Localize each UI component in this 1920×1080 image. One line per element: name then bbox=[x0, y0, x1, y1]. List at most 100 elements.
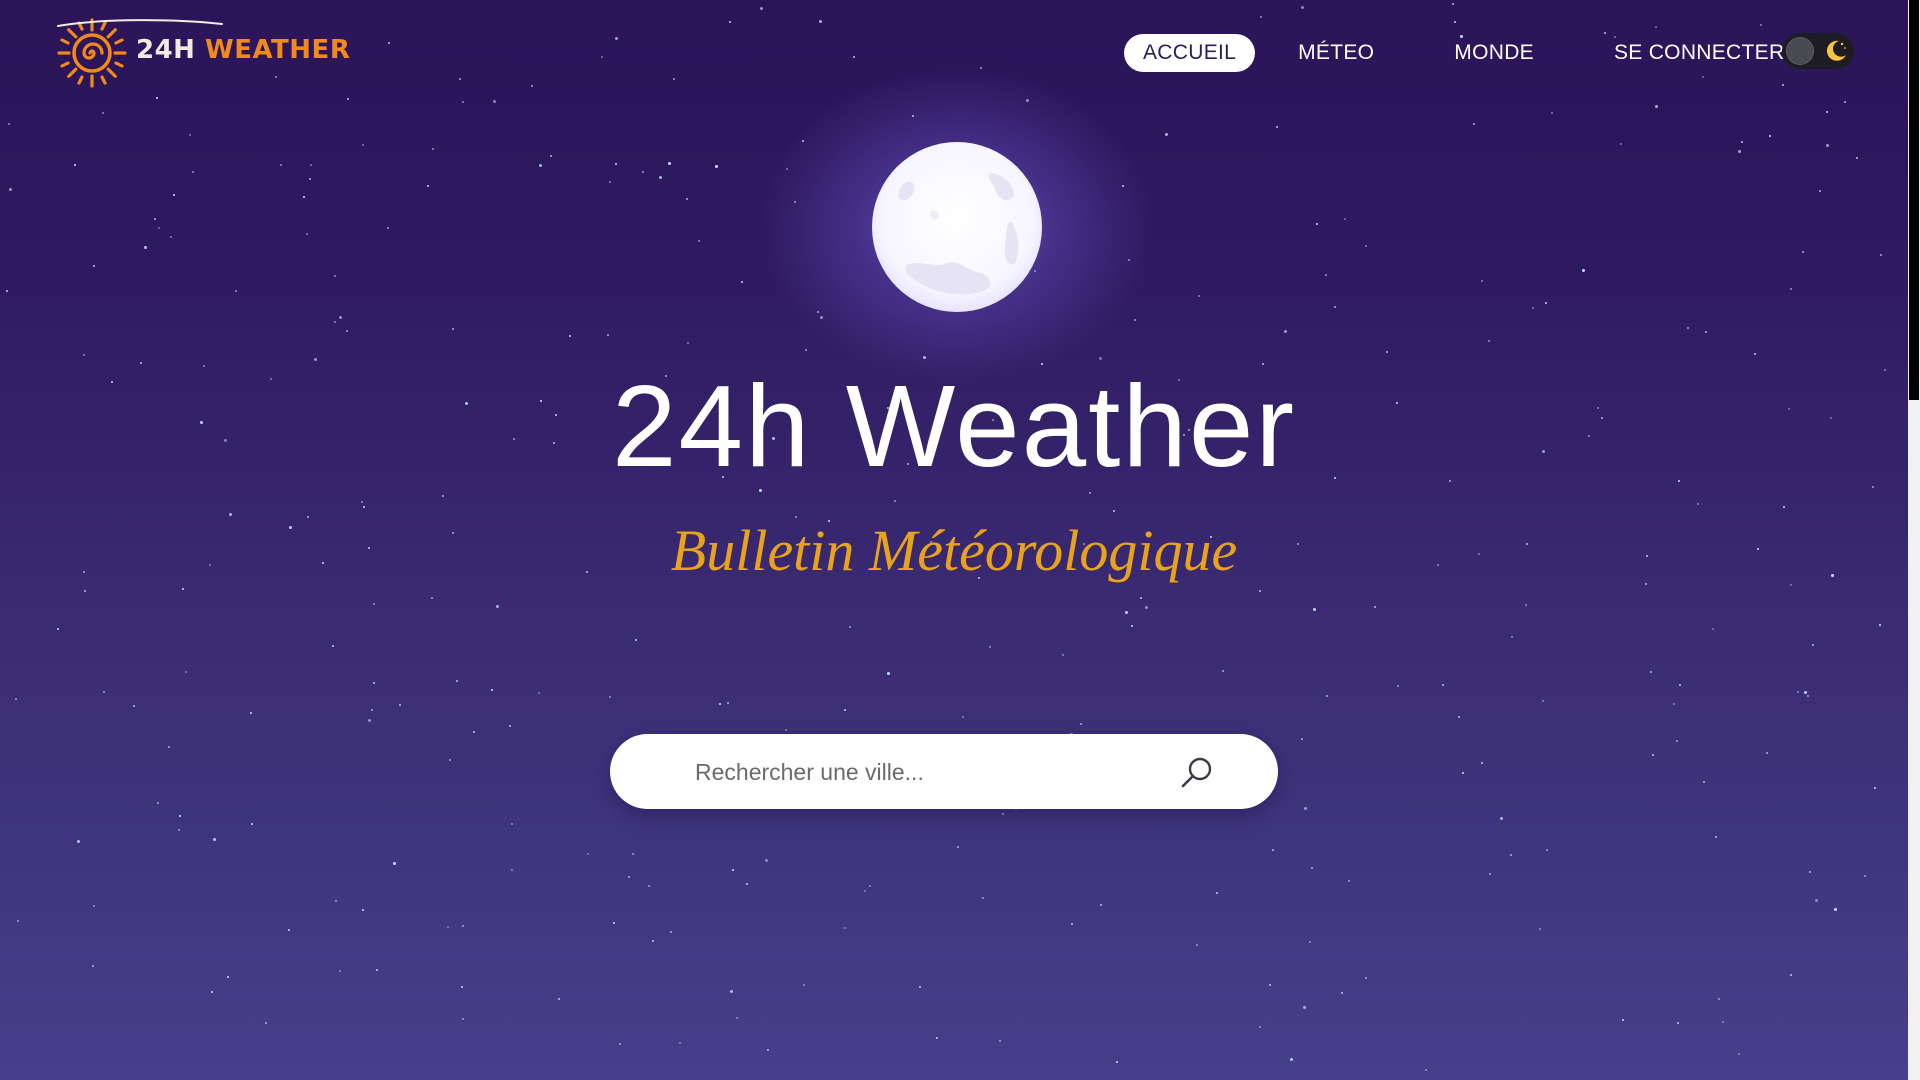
star bbox=[1782, 84, 1784, 86]
star bbox=[332, 645, 334, 647]
star bbox=[1879, 624, 1881, 626]
scrollbar-thumb[interactable] bbox=[1909, 0, 1919, 400]
star bbox=[363, 506, 365, 508]
star bbox=[869, 885, 871, 887]
full-moon-icon bbox=[872, 142, 1042, 312]
star bbox=[668, 162, 671, 165]
star bbox=[1702, 76, 1704, 78]
star bbox=[168, 746, 170, 748]
star bbox=[1804, 691, 1807, 694]
star bbox=[760, 7, 763, 10]
star bbox=[449, 759, 451, 761]
star bbox=[1374, 606, 1376, 608]
toggle-knob bbox=[1786, 37, 1814, 65]
star bbox=[462, 925, 464, 927]
star bbox=[179, 815, 181, 817]
theme-toggle[interactable] bbox=[1782, 33, 1854, 69]
star bbox=[794, 201, 796, 203]
star bbox=[399, 704, 401, 706]
page-scrollbar[interactable] bbox=[1908, 0, 1920, 1080]
star bbox=[447, 926, 449, 928]
star bbox=[189, 134, 191, 136]
star bbox=[558, 998, 560, 1000]
star bbox=[393, 862, 396, 865]
star bbox=[1874, 787, 1876, 789]
star bbox=[670, 931, 672, 933]
star bbox=[1334, 306, 1336, 308]
star bbox=[1276, 126, 1278, 128]
star bbox=[698, 240, 700, 242]
star bbox=[102, 112, 104, 114]
star bbox=[1425, 1069, 1427, 1071]
site-logo[interactable]: 24H WEATHER bbox=[56, 17, 350, 89]
star bbox=[1458, 716, 1460, 718]
star bbox=[1769, 135, 1771, 137]
star bbox=[1309, 941, 1311, 943]
star bbox=[1766, 752, 1768, 754]
star bbox=[1128, 259, 1130, 261]
star bbox=[511, 823, 513, 825]
star bbox=[746, 883, 748, 885]
star bbox=[1703, 781, 1705, 783]
star bbox=[1712, 628, 1714, 630]
star bbox=[648, 885, 650, 887]
star bbox=[853, 56, 855, 58]
star bbox=[1284, 330, 1287, 333]
star bbox=[1705, 331, 1707, 333]
star bbox=[819, 20, 822, 23]
star bbox=[1826, 144, 1829, 147]
star bbox=[1650, 671, 1652, 673]
star bbox=[628, 876, 630, 878]
star bbox=[730, 990, 733, 993]
star bbox=[673, 78, 675, 80]
nav-item-se-connecter[interactable]: SE CONNECTER bbox=[1595, 34, 1803, 72]
nav-item-accueil[interactable]: ACCUEIL bbox=[1124, 34, 1256, 72]
star bbox=[538, 692, 540, 694]
star bbox=[1348, 880, 1350, 882]
star bbox=[346, 330, 348, 332]
star bbox=[1677, 1022, 1679, 1024]
nav-item-meteo[interactable]: MÉTEO bbox=[1279, 34, 1393, 72]
search-icon[interactable] bbox=[1178, 754, 1216, 792]
star bbox=[615, 163, 617, 165]
star bbox=[1783, 506, 1785, 508]
star bbox=[1738, 1053, 1740, 1055]
star bbox=[496, 605, 499, 608]
star bbox=[173, 194, 175, 196]
star bbox=[1812, 644, 1814, 646]
city-search-input[interactable] bbox=[693, 751, 1177, 793]
star bbox=[1546, 849, 1548, 851]
star bbox=[587, 853, 589, 855]
star bbox=[1313, 608, 1316, 611]
hero-title: 24h Weather bbox=[611, 361, 1297, 491]
star bbox=[1290, 1058, 1293, 1061]
star bbox=[461, 986, 463, 988]
star bbox=[1365, 977, 1367, 979]
star bbox=[632, 853, 634, 855]
star bbox=[820, 316, 823, 319]
star bbox=[1510, 854, 1512, 856]
star bbox=[427, 185, 429, 187]
star bbox=[84, 590, 86, 592]
star bbox=[1826, 111, 1828, 113]
star bbox=[1722, 1021, 1724, 1023]
star bbox=[1165, 133, 1168, 136]
star bbox=[601, 56, 603, 58]
star bbox=[550, 155, 552, 157]
star bbox=[133, 705, 135, 707]
star bbox=[1542, 700, 1544, 702]
star bbox=[1311, 867, 1313, 869]
star bbox=[1131, 625, 1133, 627]
star bbox=[1122, 185, 1124, 187]
star bbox=[387, 227, 389, 229]
star bbox=[912, 115, 914, 117]
star bbox=[1113, 510, 1115, 512]
star bbox=[1325, 274, 1327, 276]
nav-item-monde[interactable]: MONDE bbox=[1435, 34, 1553, 72]
star bbox=[309, 178, 311, 180]
star bbox=[767, 1049, 769, 1051]
star bbox=[1864, 875, 1866, 877]
star bbox=[1655, 105, 1658, 108]
star bbox=[936, 1037, 938, 1039]
star bbox=[15, 698, 17, 700]
